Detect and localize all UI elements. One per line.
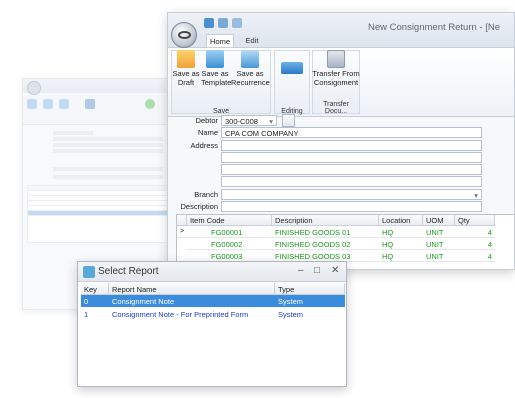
current-row-arrow-icon: > <box>177 227 187 238</box>
quick-save-icon[interactable] <box>204 18 214 28</box>
folder-save-icon <box>177 50 195 68</box>
background-field <box>53 167 163 171</box>
address-line-2[interactable] <box>221 152 482 163</box>
column-header-report-name[interactable]: Report Name <box>109 283 275 295</box>
ribbon: Save as Draft Save as Template Save as R… <box>168 47 514 117</box>
address-line-1[interactable] <box>221 140 482 151</box>
dropdown-arrow-icon: ▾ <box>269 117 273 126</box>
background-field <box>53 175 163 179</box>
branch-dropdown-arrow-icon: ▾ <box>474 191 478 200</box>
transfer-from-consignment-button[interactable]: Transfer From Consignment <box>312 50 360 87</box>
background-grid <box>27 185 169 243</box>
dialog-title: Select Report <box>98 266 159 277</box>
report-name: Consignment Note <box>112 297 175 306</box>
background-edit-icon <box>85 99 95 109</box>
address-line-3[interactable] <box>221 164 482 175</box>
table-row-qty[interactable]: 4 <box>455 251 495 262</box>
quick-print-icon[interactable] <box>218 18 228 28</box>
quick-preview-icon[interactable] <box>232 18 242 28</box>
table-row-qty[interactable]: 4 <box>455 239 495 250</box>
transfer-document-icon <box>327 50 345 68</box>
save-group-label: Save <box>213 108 229 115</box>
report-key: 1 <box>84 310 89 319</box>
tab-home[interactable]: Home <box>206 34 234 47</box>
column-header-description[interactable]: Description <box>272 215 379 226</box>
branch-label: Branch <box>194 190 218 199</box>
table-row-location[interactable]: HQ <box>379 227 423 238</box>
table-row-location[interactable]: HQ <box>379 239 423 250</box>
background-window-titlebar <box>23 79 171 93</box>
consignment-return-window: New Consignment Return - [Ne Home Edit S… <box>167 12 515 270</box>
column-header-key[interactable]: Key <box>81 283 109 295</box>
save-as-draft-button[interactable]: Save as Draft <box>172 50 200 87</box>
background-template-icon <box>43 99 53 109</box>
save-as-recurrence-button[interactable]: Save as Recurrence <box>231 50 270 87</box>
table-row-uom[interactable]: UNIT <box>423 239 455 250</box>
editing-button[interactable] <box>276 62 308 76</box>
report-icon <box>83 266 95 278</box>
move-rows-icon <box>281 62 303 74</box>
save-as-template-button[interactable]: Save as Template <box>201 50 231 87</box>
table-row-description[interactable]: FINISHED GOODS 01 <box>272 227 379 238</box>
app-menu-orb-icon[interactable] <box>171 22 197 48</box>
background-recurrence-icon <box>59 99 69 109</box>
background-field <box>53 149 163 153</box>
tab-edit[interactable]: Edit <box>240 34 264 47</box>
debtor-label: Debtor <box>195 116 218 125</box>
debtor-lookup-icon[interactable] <box>282 114 295 127</box>
table-row-description[interactable]: FINISHED GOODS 02 <box>272 239 379 250</box>
background-field <box>53 143 163 147</box>
name-label: Name <box>197 128 218 137</box>
description-label: Description <box>180 202 218 211</box>
dialog-title-bar: Select Report – □ ✕ <box>78 262 346 282</box>
maximize-icon[interactable]: □ <box>314 265 320 276</box>
description-field[interactable] <box>221 201 482 212</box>
debtor-field[interactable]: 300-C008 ▾ <box>221 115 277 126</box>
close-icon[interactable]: ✕ <box>331 265 339 276</box>
title-bar: New Consignment Return - [Ne Home Edit <box>168 13 514 47</box>
background-save-icon <box>27 99 37 109</box>
report-type: System <box>278 297 304 306</box>
background-ribbon <box>23 95 171 125</box>
name-field[interactable]: CPA COM COMPANY <box>221 127 482 138</box>
column-header-type[interactable]: Type <box>275 283 345 295</box>
column-header-qty[interactable]: Qty <box>455 215 495 226</box>
select-report-dialog: Select Report – □ ✕ Key Report Name Type… <box>77 261 347 387</box>
address-label: Address <box>190 141 218 150</box>
background-field <box>53 131 93 135</box>
table-row-uom[interactable]: UNIT <box>423 251 455 262</box>
table-row-uom[interactable]: UNIT <box>423 227 455 238</box>
recurrence-icon <box>241 50 259 68</box>
background-refresh-icon <box>145 99 155 109</box>
window-title: New Consignment Return - [Ne <box>368 22 500 33</box>
column-header-uom[interactable]: UOM <box>423 215 455 226</box>
column-header-item-code[interactable]: Item Code <box>187 215 272 226</box>
background-field <box>53 137 163 141</box>
report-key: 0 <box>84 297 89 306</box>
template-icon <box>206 50 224 68</box>
minimize-icon[interactable]: – <box>298 265 304 276</box>
editing-group <box>274 50 310 114</box>
report-name: Consignment Note - For Preprinted Form <box>112 310 249 319</box>
address-line-4[interactable] <box>221 176 482 187</box>
table-row-qty[interactable]: 4 <box>455 227 495 238</box>
branch-field[interactable]: ▾ <box>221 189 482 200</box>
transfer-group-label: Transfer Docu... <box>323 101 349 115</box>
column-header-location[interactable]: Location <box>379 215 423 226</box>
table-row-item-code[interactable]: FG00002 <box>187 239 272 250</box>
grid-row-indicator-header <box>177 215 187 226</box>
report-type: System <box>278 310 304 319</box>
background-app-orb-icon <box>27 81 41 95</box>
table-row-location[interactable]: HQ <box>379 251 423 262</box>
table-row-item-code[interactable]: FG00001 <box>187 227 272 238</box>
